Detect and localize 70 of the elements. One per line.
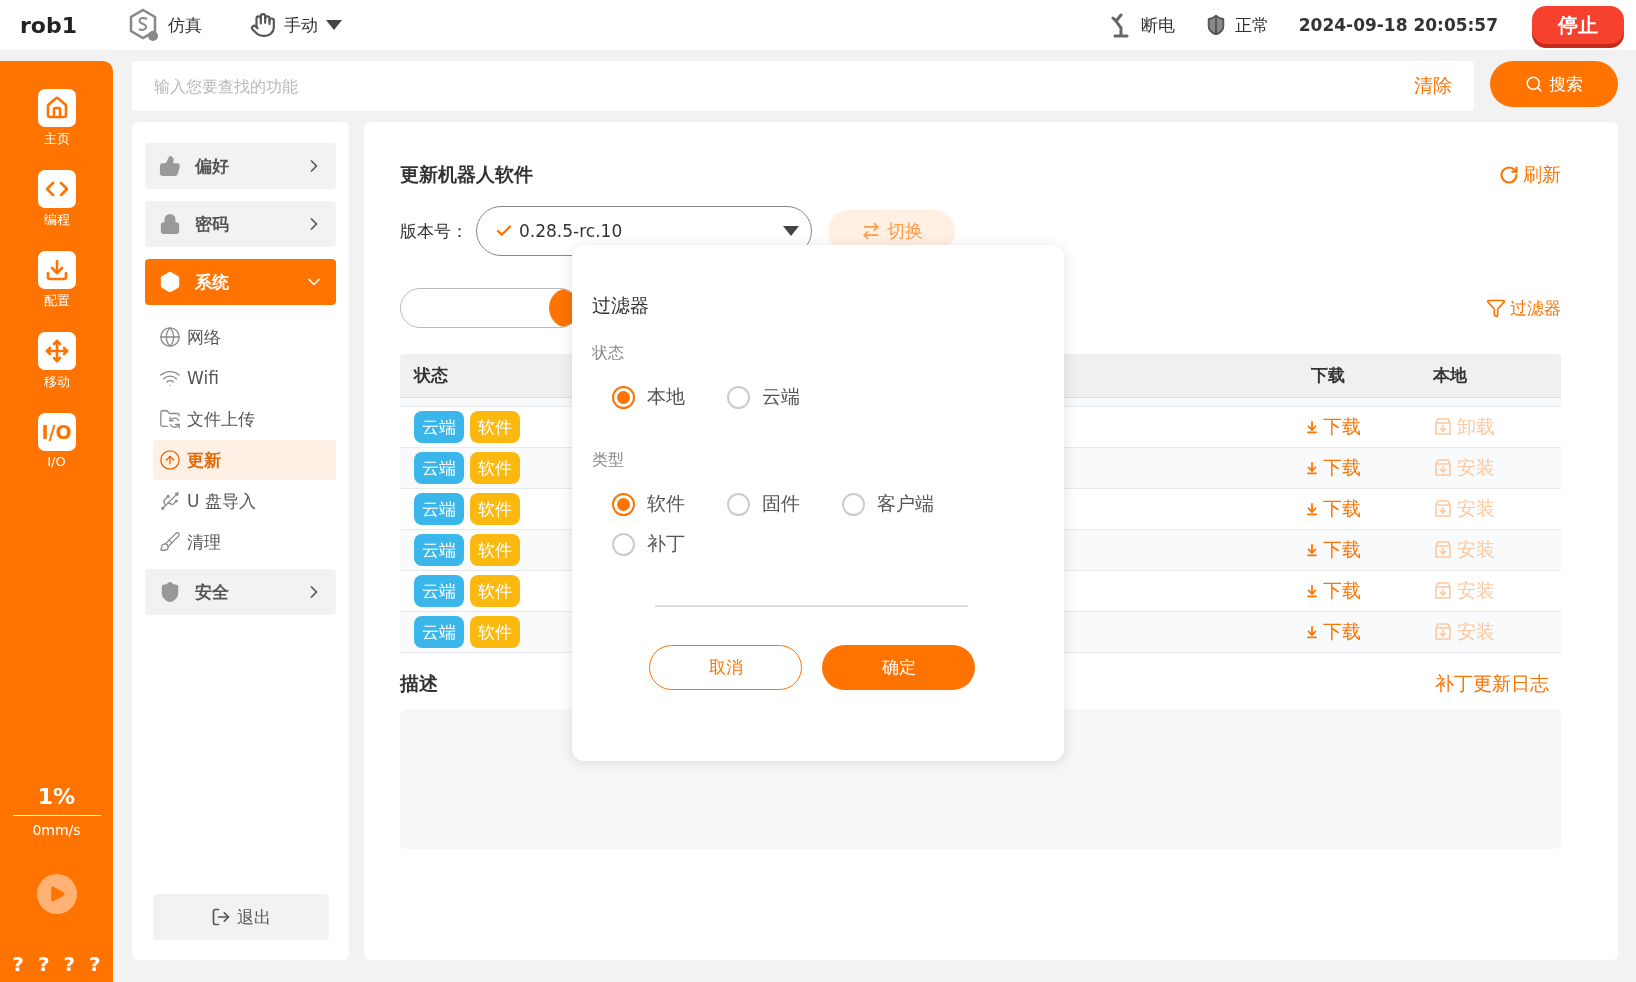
status-tag: 软件 [470, 452, 520, 484]
help-mark[interactable]: ? [63, 952, 76, 976]
status-tag: 软件 [470, 616, 520, 648]
help-mark[interactable]: ? [37, 952, 50, 976]
mode-label: 仿真 [168, 13, 202, 37]
filter-link[interactable]: 过滤器 [1486, 296, 1561, 320]
radio-label: 客户端 [877, 491, 934, 516]
description-label: 描述 [400, 671, 439, 696]
column-header: 下载 [1311, 364, 1346, 387]
status-tag: 云端 [414, 534, 464, 566]
status-tag: 云端 [414, 493, 464, 525]
status-tag: 软件 [470, 534, 520, 566]
download-link[interactable]: 下载 [1305, 537, 1427, 563]
status-tag: 软件 [470, 493, 520, 525]
refresh-link[interactable]: 刷新 [1499, 162, 1561, 188]
status-tag: 软件 [470, 411, 520, 443]
speed-percent: 1% [37, 784, 76, 809]
version-label: 版本号： [400, 219, 468, 243]
menu-item[interactable]: 网络 [153, 317, 336, 357]
search-button[interactable]: 搜索 [1490, 61, 1618, 107]
help-mark[interactable]: ? [12, 952, 24, 976]
status-tag: 云端 [414, 452, 464, 484]
status-tag: 云端 [414, 616, 464, 648]
section-label: 类型 [592, 450, 625, 471]
rail-label: 编程 [43, 211, 70, 229]
search-field[interactable]: 输入您要查找的功能 清除 [132, 61, 1474, 111]
help-mark[interactable]: ? [89, 952, 101, 976]
confirm-button[interactable]: 确定 [822, 645, 975, 690]
menu-item[interactable]: U 盘导入 [153, 481, 336, 521]
cancel-button[interactable]: 取消 [649, 645, 802, 690]
download-link[interactable]: 下载 [1305, 619, 1427, 645]
dialog-title: 过滤器 [592, 293, 650, 318]
robot-name: rob1 [20, 12, 79, 38]
radio-label: 补丁 [647, 531, 685, 556]
menu-item[interactable]: 清理 [153, 522, 336, 562]
column-header: 状态 [414, 364, 448, 387]
patch-log-link[interactable]: 补丁更新日志 [1435, 671, 1549, 697]
status-tag: 云端 [414, 575, 464, 607]
power-status: 断电 [1140, 13, 1175, 37]
menu-item[interactable]: 文件上传 [153, 399, 336, 439]
menu-group[interactable]: 系统 [145, 259, 336, 305]
control-mode-label[interactable]: 手动 [284, 13, 318, 37]
download-link[interactable]: 下载 [1305, 414, 1427, 440]
rail-label: 移动 [43, 373, 70, 391]
date-time: 2024-09-18 20:05:57 [1298, 15, 1498, 35]
rail-label: 主页 [43, 130, 70, 148]
menu-group[interactable]: 安全 [145, 569, 336, 615]
velocity-value: 0mm/s [32, 822, 81, 838]
menu-item[interactable]: 更新 [153, 440, 336, 480]
page-title: 更新机器人软件 [400, 162, 534, 187]
menu-item[interactable]: Wifi [153, 358, 336, 398]
radio-label: 本地 [647, 384, 685, 409]
radio-label: 云端 [762, 384, 800, 409]
radio-label: 固件 [762, 491, 800, 516]
io-icon[interactable]: I/O [37, 413, 76, 451]
download-link[interactable]: 下载 [1305, 496, 1427, 522]
section-label: 状态 [592, 343, 625, 364]
logout-button[interactable]: 退出 [153, 894, 329, 940]
download-link[interactable]: 下载 [1305, 455, 1427, 481]
radio-label: 软件 [647, 491, 685, 516]
menu-group[interactable]: 密码 [145, 201, 336, 247]
menu-group[interactable]: 偏好 [145, 143, 336, 189]
download-link[interactable]: 下载 [1305, 578, 1427, 604]
rail-label: I/O [47, 454, 66, 469]
clear-button[interactable]: 清除 [1408, 72, 1458, 100]
status-tag: 云端 [414, 411, 464, 443]
column-header: 本地 [1433, 364, 1468, 387]
status-tag: 软件 [470, 575, 520, 607]
rail-label: 配置 [43, 292, 70, 310]
safety-status: 正常 [1234, 13, 1269, 37]
